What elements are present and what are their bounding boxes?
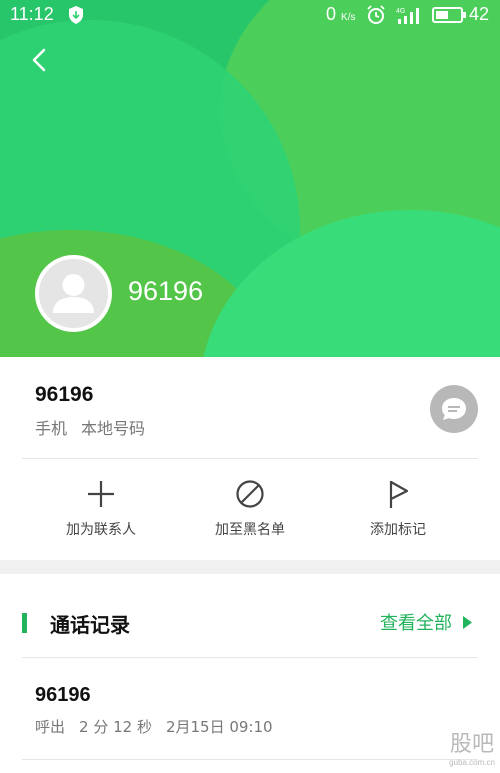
divider bbox=[22, 657, 478, 658]
avatar[interactable] bbox=[35, 255, 112, 332]
alarm-icon bbox=[367, 5, 385, 24]
section-separator bbox=[0, 560, 500, 574]
contact-header: 11:12 0 K/s 4G 42 96196 bbox=[0, 0, 500, 357]
phone-location: 本地号码 bbox=[81, 419, 146, 438]
header-phone-number: 96196 bbox=[128, 276, 204, 306]
block-icon bbox=[236, 480, 264, 508]
add-contact-label: 加为联系人 bbox=[66, 522, 136, 538]
signal-icon: 4G bbox=[396, 8, 419, 24]
battery-icon bbox=[432, 7, 466, 23]
call-entry-details: 呼出 2 分 12 秒 2月15日 09:10 bbox=[35, 716, 273, 737]
status-bar: 11:12 0 K/s 4G 42 bbox=[0, 0, 500, 30]
contact-info-card: 96196 手机 本地号码 加为联系人 加至黑名单 添加标记 bbox=[0, 357, 500, 560]
net-speed-unit: K/s bbox=[341, 12, 356, 23]
add-tag-label: 添加标记 bbox=[370, 522, 426, 538]
section-accent-bar bbox=[22, 613, 27, 633]
divider bbox=[22, 759, 478, 760]
call-log-section: 通话记录 查看全部 96196 呼出 2 分 12 秒 2月15日 09:10 bbox=[0, 574, 500, 773]
watermark-text: 股吧 bbox=[449, 732, 494, 757]
network-type: 4G bbox=[396, 8, 405, 15]
flag-icon bbox=[389, 481, 409, 508]
chevron-left-icon bbox=[32, 48, 46, 72]
phone-number[interactable]: 96196 bbox=[35, 383, 93, 407]
status-time: 11:12 bbox=[10, 4, 54, 24]
call-log-title: 通话记录 bbox=[50, 613, 130, 637]
call-entry-number[interactable]: 96196 bbox=[35, 684, 91, 707]
net-speed: 0 K/s bbox=[326, 4, 355, 25]
phone-type: 手机 bbox=[35, 419, 68, 438]
message-icon bbox=[442, 398, 466, 420]
watermark-url: guba.com.cn bbox=[449, 758, 495, 767]
back-button[interactable] bbox=[24, 44, 56, 76]
call-direction: 呼出 bbox=[35, 718, 66, 736]
net-speed-value: 0 bbox=[326, 4, 337, 24]
block-number-label: 加至黑名单 bbox=[215, 522, 285, 538]
battery-level: 42 bbox=[469, 4, 490, 24]
call-duration: 2 分 12 秒 bbox=[79, 718, 152, 736]
block-number-button[interactable]: 加至黑名单 bbox=[190, 477, 310, 539]
caret-right-icon[interactable] bbox=[462, 616, 472, 629]
add-contact-button[interactable]: 加为联系人 bbox=[41, 477, 161, 539]
view-all-link[interactable]: 查看全部 bbox=[380, 609, 452, 635]
add-tag-button[interactable]: 添加标记 bbox=[338, 477, 458, 539]
plus-icon bbox=[88, 481, 114, 507]
person-icon bbox=[53, 274, 94, 313]
send-message-button[interactable] bbox=[430, 385, 478, 433]
shield-icon bbox=[69, 6, 83, 24]
call-date: 2月15日 09:10 bbox=[165, 718, 273, 736]
divider bbox=[22, 458, 478, 459]
number-details: 手机 本地号码 bbox=[35, 415, 145, 439]
watermark: 股吧 guba.com.cn bbox=[444, 732, 500, 773]
